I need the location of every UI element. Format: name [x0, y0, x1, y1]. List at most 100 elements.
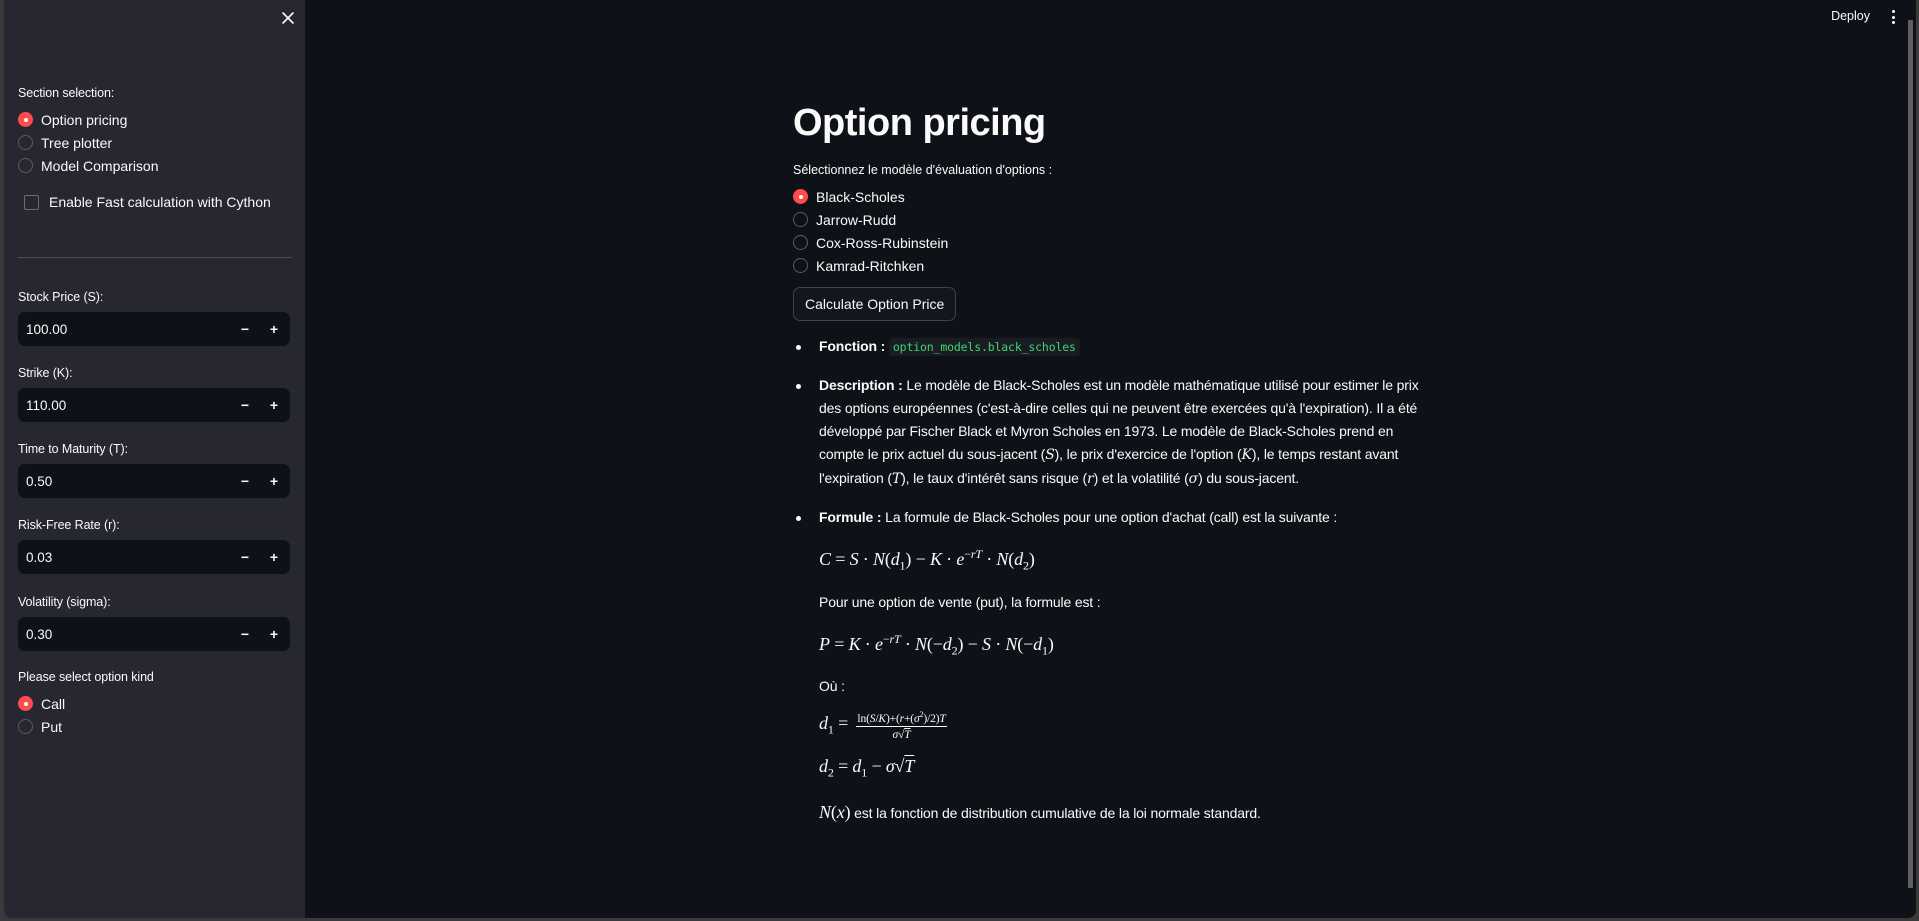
math-var-s: S: [1045, 447, 1055, 463]
maturity-field[interactable]: [18, 473, 218, 489]
list-item-description: Description : Le modèle de Black-Scholes…: [793, 374, 1433, 491]
radio-kamrad-ritchken[interactable]: Kamrad-Ritchken: [793, 254, 1433, 277]
radio-dot-icon: [793, 235, 808, 250]
option-kind-radio-group: Call Put: [18, 692, 65, 738]
checkbox-label: Enable Fast calculation with Cython: [49, 194, 271, 210]
maturity-label: Time to Maturity (T):: [18, 442, 128, 456]
formule-key: Formule :: [819, 509, 882, 525]
radio-label: Put: [41, 718, 63, 735]
radio-label: Model Comparison: [41, 157, 159, 174]
model-info-list: Fonction : option_models.black_scholes D…: [793, 335, 1433, 827]
list-item-fonction: Fonction : option_models.black_scholes: [793, 335, 1433, 359]
radio-put[interactable]: Put: [18, 715, 65, 738]
radio-dot-icon: [18, 135, 33, 150]
risk-free-label: Risk-Free Rate (r):: [18, 518, 120, 532]
math-var-sigma: σ: [1188, 471, 1199, 487]
strike-increment-button[interactable]: +: [259, 388, 289, 422]
radio-black-scholes[interactable]: Black-Scholes: [793, 185, 1433, 208]
cython-checkbox[interactable]: Enable Fast calculation with Cython: [24, 194, 271, 210]
radio-cox-ross-rubinstein[interactable]: Cox-Ross-Rubinstein: [793, 231, 1433, 254]
stock-price-decrement-button[interactable]: −: [230, 312, 260, 346]
strike-decrement-button[interactable]: −: [230, 388, 260, 422]
section-radio-group: Option pricing Tree plotter Model Compar…: [18, 108, 159, 177]
description-text: ) du sous-jacent.: [1198, 470, 1300, 486]
stock-price-label: Stock Price (S):: [18, 290, 104, 304]
risk-free-decrement-button[interactable]: −: [230, 540, 260, 574]
radio-dot-icon: [18, 112, 33, 127]
checkbox-box-icon: [24, 194, 39, 210]
volatility-label: Volatility (sigma):: [18, 595, 111, 609]
description-text: ), le prix d'exercice de l'option (: [1054, 446, 1242, 462]
volatility-field[interactable]: [18, 626, 218, 642]
nx-var: N(x): [819, 802, 851, 823]
sidebar-divider: [18, 257, 292, 258]
close-sidebar-button[interactable]: [278, 8, 298, 28]
radio-label: Tree plotter: [41, 134, 113, 151]
call-formula: C = S · N(d1) − K · e−rT · N(d2): [819, 547, 1035, 573]
formule-intro: La formule de Black-Scholes pour une opt…: [881, 509, 1338, 525]
close-icon: [282, 12, 294, 24]
stock-price-increment-button[interactable]: +: [259, 312, 289, 346]
model-select-label: Sélectionnez le modèle d'évaluation d'op…: [793, 163, 1053, 177]
radio-dot-icon: [18, 719, 33, 734]
maturity-decrement-button[interactable]: −: [230, 464, 260, 498]
maturity-increment-button[interactable]: +: [259, 464, 289, 498]
radio-dot-icon: [793, 258, 808, 273]
radio-call[interactable]: Call: [18, 692, 65, 715]
calculate-option-price-button[interactable]: Calculate Option Price: [793, 287, 957, 321]
radio-dot-icon: [18, 158, 33, 173]
top-toolbar: Deploy: [1716, 0, 1916, 34]
main-content: Deploy Option pricing Sélectionnez le mo…: [305, 0, 1916, 918]
d2-formula: d2 = d1 − σ√T: [819, 755, 915, 780]
option-kind-label: Please select option kind: [18, 670, 154, 684]
radio-option-pricing[interactable]: Option pricing: [18, 108, 159, 131]
radio-label: Cox-Ross-Rubinstein: [816, 234, 949, 251]
maturity-input: − +: [18, 464, 290, 498]
volatility-decrement-button[interactable]: −: [230, 617, 260, 651]
volatility-input: − +: [18, 617, 290, 651]
put-intro: Pour une option de vente (put), la formu…: [819, 593, 1101, 610]
model-radio-group: Black-Scholes Jarrow-Rudd Cox-Ross-Rubin…: [793, 185, 1433, 277]
description-text: ) et la volatilité (: [1093, 470, 1189, 486]
where-label: Où :: [819, 678, 845, 695]
section-selection-label: Section selection:: [18, 86, 115, 100]
deploy-button[interactable]: Deploy: [1831, 9, 1870, 23]
math-var-k: K: [1241, 447, 1252, 463]
description-text: ), le taux d'intérêt sans risque (: [901, 470, 1088, 486]
radio-dot-icon: [793, 189, 808, 204]
radio-label: Black-Scholes: [816, 188, 905, 205]
strike-field[interactable]: [18, 397, 218, 413]
nx-description: est la fonction de distribution cumulati…: [850, 805, 1261, 822]
stock-price-input: − +: [18, 312, 290, 346]
radio-dot-icon: [18, 696, 33, 711]
strike-input: − +: [18, 388, 290, 422]
risk-free-field[interactable]: [18, 549, 218, 565]
radio-dot-icon: [793, 212, 808, 227]
content-block: Option pricing Sélectionnez le modèle d'…: [793, 96, 1433, 842]
stock-price-group: Stock Price (S): − +: [18, 290, 290, 346]
stock-price-field[interactable]: [18, 321, 218, 337]
put-formula: P = K · e−rT · N(−d2) − S · N(−d1): [819, 631, 1054, 658]
maturity-group: Time to Maturity (T): − +: [18, 442, 290, 498]
radio-model-comparison[interactable]: Model Comparison: [18, 154, 159, 177]
math-var-t: T: [891, 471, 902, 487]
radio-label: Jarrow-Rudd: [816, 211, 897, 228]
scrollbar[interactable]: [1908, 20, 1913, 888]
radio-label: Option pricing: [41, 111, 128, 128]
risk-free-input: − +: [18, 540, 290, 574]
strike-group: Strike (K): − +: [18, 366, 290, 422]
list-item-formule: Formule : La formule de Black-Scholes po…: [793, 506, 1433, 827]
app-window: Section selection: Option pricing Tree p…: [0, 0, 1919, 921]
sidebar: Section selection: Option pricing Tree p…: [4, 0, 305, 918]
d1-formula: d1 = ln(S/K)+(r+(σ2)/2)T σ√T: [819, 710, 947, 742]
fonction-key: Fonction :: [819, 338, 886, 354]
kebab-menu-icon[interactable]: [1888, 9, 1898, 25]
description-key: Description :: [819, 377, 903, 393]
risk-free-increment-button[interactable]: +: [259, 540, 289, 574]
radio-label: Call: [41, 695, 66, 712]
volatility-increment-button[interactable]: +: [259, 617, 289, 651]
radio-jarrow-rudd[interactable]: Jarrow-Rudd: [793, 208, 1433, 231]
radio-tree-plotter[interactable]: Tree plotter: [18, 131, 159, 154]
risk-free-group: Risk-Free Rate (r): − +: [18, 518, 290, 574]
page-title: Option pricing: [793, 102, 1046, 144]
